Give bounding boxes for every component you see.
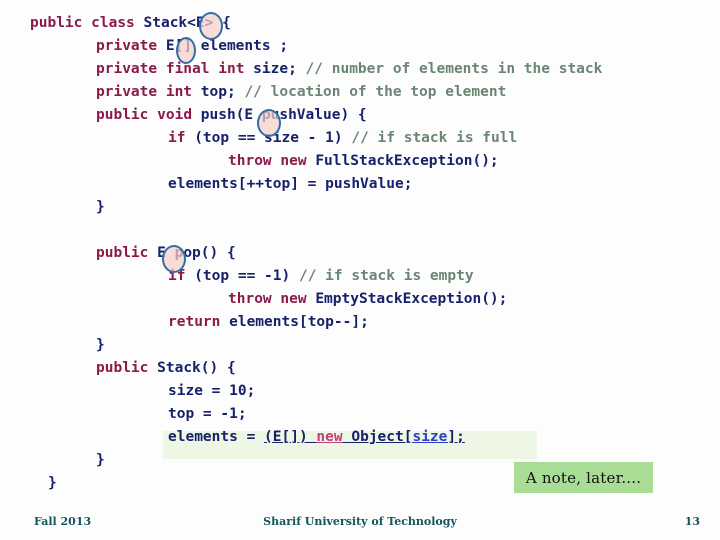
code-token: private	[96, 84, 158, 100]
code-token: Stack<E> {	[143, 15, 231, 31]
code-token: E[] elements ;	[165, 38, 289, 54]
code-token: }	[96, 452, 105, 468]
code-line: if (top == size - 1) // if stack is full	[0, 127, 720, 150]
slide-canvas: public class Stack<E> {private E[] eleme…	[0, 0, 720, 540]
code-line: throw new FullStackException();	[0, 150, 720, 173]
code-token: elements[++top] = pushValue;	[168, 176, 413, 192]
code-token: int	[218, 61, 245, 77]
code-token: size = 10;	[168, 383, 256, 399]
code-token: throw	[228, 153, 272, 169]
code-line: size = 10;	[0, 380, 720, 403]
code-line: top = -1;	[0, 403, 720, 426]
code-line: private final int size; // number of ele…	[0, 58, 720, 81]
code-token: if	[168, 268, 186, 284]
code-token: size;	[244, 61, 306, 77]
code-line: public Stack() {	[0, 357, 720, 380]
code-line: public class Stack<E> {	[0, 12, 720, 35]
code-token: ];	[447, 429, 465, 445]
code-line: elements[++top] = pushValue;	[0, 173, 720, 196]
code-token: elements =	[168, 429, 265, 445]
code-token: }	[96, 199, 105, 215]
code-token: E pop() {	[157, 245, 236, 261]
code-token: push(E pushValue) {	[192, 107, 367, 123]
code-token: return	[168, 314, 221, 330]
java-code-block: public class Stack<E> {private E[] eleme…	[0, 12, 720, 495]
note-callout: A note, later....	[514, 462, 653, 493]
code-line: return elements[top--];	[0, 311, 720, 334]
code-token: // number of elements in the stack	[305, 61, 603, 77]
code-token: if	[168, 130, 186, 146]
code-token: void	[157, 107, 193, 123]
code-line: private int top; // location of the top …	[0, 81, 720, 104]
code-token: size	[412, 429, 448, 445]
code-line	[0, 219, 720, 242]
code-token: class	[91, 15, 135, 31]
code-token: Object[	[342, 429, 413, 445]
code-token: final	[165, 61, 210, 77]
code-line: if (top == -1) // if stack is empty	[0, 265, 720, 288]
code-line: public void push(E pushValue) {	[0, 104, 720, 127]
code-token: (top == -1)	[185, 268, 299, 284]
code-line: }	[0, 334, 720, 357]
code-token: new	[280, 291, 307, 307]
code-line: private E[] elements ;	[0, 35, 720, 58]
slide-footer: Fall 2013 Sharif University of Technolog…	[0, 512, 720, 536]
code-token: new	[280, 153, 307, 169]
code-line: throw new EmptyStackException();	[0, 288, 720, 311]
code-token: public	[96, 107, 149, 123]
code-line: elements = (E[]) new Object[size];	[0, 426, 720, 449]
code-token: public	[30, 15, 83, 31]
footer-university-label: Sharif University of Technology	[263, 515, 457, 528]
code-token: public	[96, 245, 149, 261]
note-callout-label: A note, later....	[525, 468, 642, 487]
code-token: public	[96, 360, 149, 376]
code-token: }	[96, 337, 105, 353]
code-token: EmptyStackException();	[306, 291, 508, 307]
code-token: elements[top--];	[220, 314, 369, 330]
code-token: private	[96, 61, 158, 77]
code-token: }	[48, 475, 57, 491]
code-token: top = -1;	[168, 406, 247, 422]
code-token: // if stack is full	[351, 130, 518, 146]
code-token: Stack() {	[157, 360, 236, 376]
code-token: // if stack is empty	[298, 268, 474, 284]
code-token: throw	[228, 291, 272, 307]
code-token: new	[316, 429, 343, 445]
code-token: // location of the top element	[244, 84, 507, 100]
code-line: public E pop() {	[0, 242, 720, 265]
code-token: int	[165, 84, 193, 100]
code-token: (E[])	[264, 429, 317, 445]
code-token: top;	[192, 84, 245, 100]
code-token: (top == size - 1)	[185, 130, 352, 146]
code-token: FullStackException();	[306, 153, 499, 169]
code-token: private	[96, 38, 158, 54]
footer-page-number: 13	[684, 515, 700, 528]
code-line: }	[0, 196, 720, 219]
